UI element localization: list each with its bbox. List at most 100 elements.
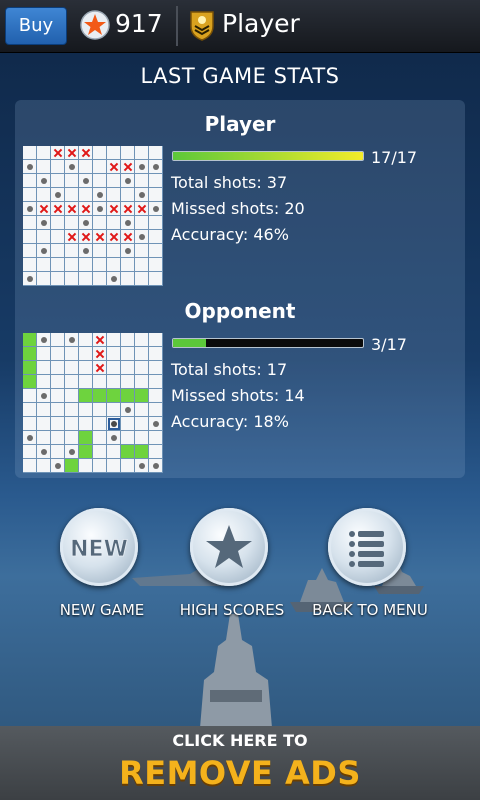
grid-cell (149, 445, 163, 459)
grid-cell (149, 244, 163, 258)
new-icon-text: NEW (70, 537, 128, 562)
hit-marker (79, 202, 93, 216)
grid-cell (121, 361, 135, 375)
grid-cell (149, 146, 163, 160)
miss-marker (23, 160, 37, 174)
grid-cell (135, 431, 149, 445)
miss-marker (65, 333, 79, 347)
grid-cell (51, 272, 65, 286)
grid-cell (23, 174, 37, 188)
rank-badge-icon[interactable] (188, 8, 216, 42)
player-progress-fill (173, 152, 363, 160)
player-name[interactable]: Player (222, 9, 300, 38)
grid-cell (65, 258, 79, 272)
grid-cell (23, 403, 37, 417)
grid-cell (121, 417, 135, 431)
opponent-board-grid (23, 333, 163, 473)
remove-ads-banner[interactable]: CLICK HERE TO REMOVE ADS (0, 726, 480, 800)
grid-cell (149, 230, 163, 244)
miss-marker (135, 230, 149, 244)
grid-cell (135, 375, 149, 389)
grid-cell (65, 431, 79, 445)
grid-cell (51, 333, 65, 347)
grid-cell (107, 361, 121, 375)
grid-cell (135, 272, 149, 286)
miss-marker (37, 174, 51, 188)
hit-marker (121, 202, 135, 216)
miss-marker (149, 160, 163, 174)
last-shot-marker (107, 417, 121, 431)
grid-cell (149, 272, 163, 286)
grid-cell (149, 188, 163, 202)
hit-marker (107, 230, 121, 244)
back-to-menu-button[interactable] (328, 508, 406, 586)
new-game-button[interactable]: NEW (60, 508, 138, 586)
grid-cell (149, 375, 163, 389)
grid-cell (65, 375, 79, 389)
grid-cell (23, 216, 37, 230)
grid-cell (79, 375, 93, 389)
grid-cell (93, 258, 107, 272)
player-progress-text: 17/17 (371, 148, 418, 167)
grid-cell (107, 216, 121, 230)
grid-cell (93, 403, 107, 417)
ship-cell (65, 459, 79, 473)
grid-cell (121, 459, 135, 473)
ship-cell (79, 431, 93, 445)
hit-marker (93, 361, 107, 375)
miss-marker (149, 202, 163, 216)
grid-cell (51, 445, 65, 459)
grid-cell (51, 431, 65, 445)
player-section-title: Player (204, 112, 276, 136)
points-counter: 917 (115, 9, 163, 38)
grid-cell (107, 403, 121, 417)
hit-marker (135, 202, 149, 216)
grid-cell (51, 375, 65, 389)
ship-cell (121, 445, 135, 459)
ship-cell (79, 445, 93, 459)
grid-cell (37, 431, 51, 445)
player-accuracy: Accuracy: 46% (171, 225, 289, 244)
grid-cell (149, 403, 163, 417)
grid-cell (37, 258, 51, 272)
miss-marker (93, 202, 107, 216)
grid-cell (37, 188, 51, 202)
grid-cell (107, 174, 121, 188)
grid-cell (93, 146, 107, 160)
grid-cell (79, 417, 93, 431)
buy-button[interactable]: Buy (5, 7, 67, 45)
grid-cell (65, 272, 79, 286)
grid-cell (37, 417, 51, 431)
high-scores-label[interactable]: HIGH SCORES (152, 601, 312, 619)
ship-cell (93, 389, 107, 403)
grid-cell (51, 174, 65, 188)
back-to-menu-label[interactable]: BACK TO MENU (290, 601, 450, 619)
grid-cell (135, 146, 149, 160)
grid-cell (37, 459, 51, 473)
miss-marker (79, 216, 93, 230)
grid-cell (93, 459, 107, 473)
miss-marker (37, 333, 51, 347)
grid-cell (51, 230, 65, 244)
grid-cell (107, 146, 121, 160)
ship-cell (79, 389, 93, 403)
grid-cell (23, 188, 37, 202)
player-total-shots: Total shots: 37 (171, 173, 288, 192)
grid-cell (93, 174, 107, 188)
miss-marker (65, 445, 79, 459)
grid-cell (93, 244, 107, 258)
player-board-grid (23, 146, 163, 286)
grid-cell (23, 230, 37, 244)
high-scores-button[interactable] (190, 508, 268, 586)
hit-marker (65, 202, 79, 216)
opponent-missed-shots: Missed shots: 14 (171, 386, 305, 405)
grid-cell (93, 160, 107, 174)
grid-cell (107, 445, 121, 459)
hit-marker (93, 347, 107, 361)
opponent-total-shots: Total shots: 17 (171, 360, 288, 379)
miss-marker (135, 459, 149, 473)
grid-cell (37, 160, 51, 174)
grid-cell (135, 417, 149, 431)
grid-cell (37, 375, 51, 389)
ship-cell (23, 375, 37, 389)
